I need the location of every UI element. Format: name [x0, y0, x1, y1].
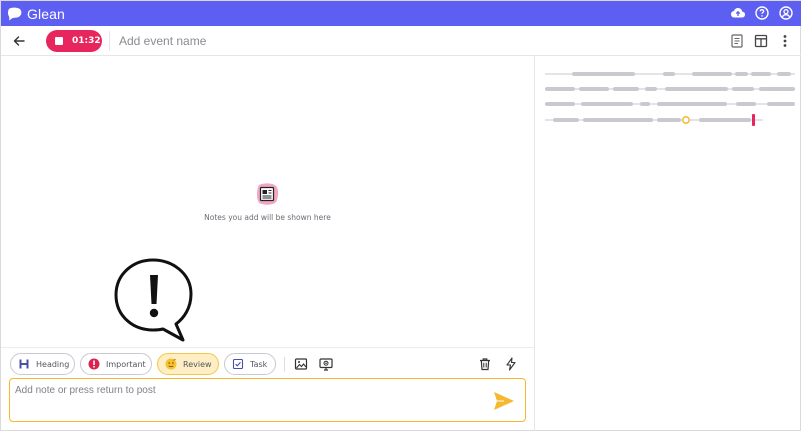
heading-chip[interactable]: Heading [10, 353, 75, 375]
back-arrow-icon[interactable] [11, 33, 27, 49]
review-chip-label: Review [183, 359, 212, 369]
brand-name: Glean [27, 5, 65, 22]
heading-icon [18, 358, 30, 370]
note-composer [9, 378, 526, 422]
important-speech-bubble-icon [113, 256, 197, 346]
send-icon[interactable] [493, 391, 515, 411]
stop-icon [55, 37, 63, 45]
stop-recording-button[interactable]: 01:32 [46, 30, 102, 52]
event-name-input[interactable] [119, 32, 419, 50]
heading-chip-label: Heading [36, 359, 70, 369]
notes-view-icon[interactable] [730, 33, 744, 49]
note-input[interactable] [15, 382, 475, 398]
header-divider [109, 31, 110, 51]
task-checkbox-icon [232, 358, 244, 370]
cloud-upload-icon[interactable] [730, 5, 746, 21]
note-toolbar: Heading Important Review Task [1, 347, 534, 377]
task-chip[interactable]: Task [224, 353, 276, 375]
toolbar-divider [284, 357, 285, 372]
top-bar: Glean [1, 1, 801, 26]
help-icon[interactable] [754, 5, 770, 21]
image-icon[interactable] [294, 357, 308, 371]
layout-icon[interactable] [754, 33, 768, 49]
account-icon[interactable] [778, 5, 794, 21]
transcript-pane [534, 56, 801, 431]
recording-timer: 01:32 [72, 36, 101, 46]
app-window: Glean 01:32 Add event name Notes you add… [0, 0, 801, 431]
task-chip-label: Task [250, 359, 268, 369]
more-vertical-icon[interactable] [778, 33, 792, 49]
event-header: 01:32 [1, 26, 801, 56]
important-icon [88, 358, 100, 370]
important-chip-label: Important [106, 359, 146, 369]
audio-timeline[interactable] [545, 70, 795, 130]
current-position-marker [752, 114, 755, 126]
notes-empty-icon [254, 181, 280, 207]
glean-logo-icon [7, 7, 23, 21]
review-chip[interactable]: Review [157, 353, 219, 375]
screen-capture-icon[interactable] [319, 357, 333, 371]
review-face-icon [165, 358, 177, 370]
delete-icon[interactable] [478, 357, 492, 371]
notes-pane: Notes you add will be shown here Heading… [1, 56, 534, 431]
important-chip[interactable]: Important [80, 353, 152, 375]
playhead-marker [682, 116, 690, 124]
notes-empty-message: Notes you add will be shown here [204, 213, 331, 222]
brand: Glean [7, 6, 65, 22]
flash-icon[interactable] [504, 357, 518, 371]
